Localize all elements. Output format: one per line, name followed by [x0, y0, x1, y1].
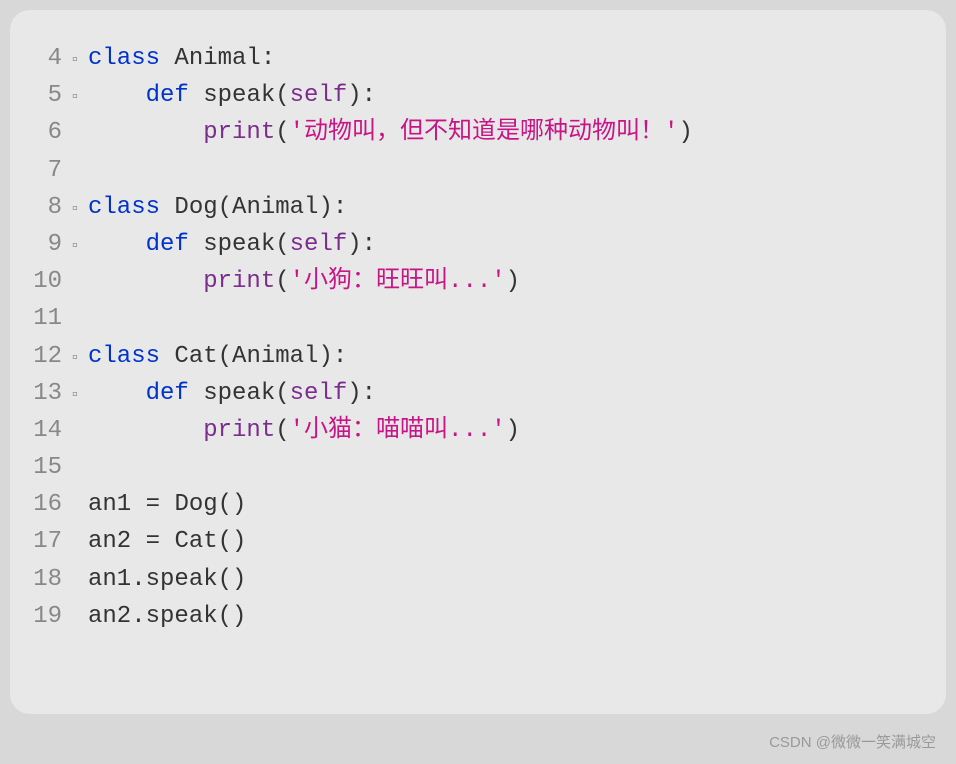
- line-number: 10: [20, 263, 70, 300]
- code-line[interactable]: 11: [20, 300, 926, 337]
- call-expr: Dog(): [174, 491, 246, 518]
- line-number: 18: [20, 561, 70, 598]
- line-number: 19: [20, 598, 70, 635]
- string-literal: '动物叫，但不知道是哪种动物叫！': [290, 119, 679, 146]
- code-line[interactable]: 12 ▫ class Cat(Animal):: [20, 338, 926, 375]
- code-line[interactable]: 15: [20, 449, 926, 486]
- code-content[interactable]: [88, 152, 102, 189]
- keyword-def: def: [146, 82, 189, 109]
- code-line[interactable]: 17 an2 = Cat(): [20, 523, 926, 560]
- keyword-class: class: [88, 343, 160, 370]
- line-number: 11: [20, 300, 70, 337]
- keyword-class: class: [88, 194, 160, 221]
- line-number: 9: [20, 226, 70, 263]
- code-content[interactable]: an2 = Cat(): [88, 523, 246, 560]
- watermark-text: CSDN @微微一笑满城空: [769, 731, 936, 752]
- code-line[interactable]: 14 print('小猫：喵喵叫...'): [20, 412, 926, 449]
- line-number: 15: [20, 449, 70, 486]
- line-number: 4: [20, 40, 70, 77]
- code-content[interactable]: print('动物叫，但不知道是哪种动物叫！'): [88, 114, 693, 151]
- line-number: 8: [20, 189, 70, 226]
- line-number: 6: [20, 114, 70, 151]
- method-call: an1.speak(): [88, 566, 246, 593]
- string-literal: '小猫：喵喵叫...': [290, 417, 506, 444]
- code-line[interactable]: 5 ▫ def speak(self):: [20, 77, 926, 114]
- variable: an1: [88, 491, 131, 518]
- code-content[interactable]: class Cat(Animal):: [88, 338, 347, 375]
- code-content[interactable]: an1.speak(): [88, 561, 246, 598]
- line-number: 14: [20, 412, 70, 449]
- fold-icon[interactable]: ▫: [70, 346, 88, 371]
- base-class: Animal: [232, 343, 318, 370]
- method-call: an2.speak(): [88, 603, 246, 630]
- keyword-def: def: [146, 231, 189, 258]
- code-content[interactable]: an2.speak(): [88, 598, 246, 635]
- base-class: Animal: [232, 194, 318, 221]
- code-editor: 4 ▫ class Animal: 5 ▫ def speak(self): 6…: [10, 10, 946, 714]
- line-number: 7: [20, 152, 70, 189]
- class-name: Animal: [174, 45, 260, 72]
- line-number: 13: [20, 375, 70, 412]
- code-line[interactable]: 9 ▫ def speak(self):: [20, 226, 926, 263]
- class-name: Dog: [174, 194, 217, 221]
- line-number: 17: [20, 523, 70, 560]
- code-content[interactable]: def speak(self):: [88, 226, 376, 263]
- code-content[interactable]: class Dog(Animal):: [88, 189, 347, 226]
- code-content[interactable]: print('小猫：喵喵叫...'): [88, 412, 520, 449]
- code-content[interactable]: def speak(self):: [88, 77, 376, 114]
- line-number: 12: [20, 338, 70, 375]
- call-expr: Cat(): [174, 528, 246, 555]
- builtin-print: print: [203, 417, 275, 444]
- code-line[interactable]: 10 print('小狗：旺旺叫...'): [20, 263, 926, 300]
- code-content[interactable]: def speak(self):: [88, 375, 376, 412]
- keyword-def: def: [146, 380, 189, 407]
- param-self: self: [290, 231, 348, 258]
- line-number: 5: [20, 77, 70, 114]
- colon: :: [261, 45, 275, 72]
- code-line[interactable]: 18 an1.speak(): [20, 561, 926, 598]
- code-line[interactable]: 19 an2.speak(): [20, 598, 926, 635]
- code-content[interactable]: an1 = Dog(): [88, 486, 246, 523]
- builtin-print: print: [203, 268, 275, 295]
- code-line[interactable]: 8 ▫ class Dog(Animal):: [20, 189, 926, 226]
- fold-icon[interactable]: ▫: [70, 85, 88, 110]
- code-content[interactable]: print('小狗：旺旺叫...'): [88, 263, 520, 300]
- fold-icon[interactable]: ▫: [70, 234, 88, 259]
- fold-icon[interactable]: ▫: [70, 383, 88, 408]
- function-name: speak: [203, 380, 275, 407]
- code-content[interactable]: [88, 449, 102, 486]
- param-self: self: [290, 82, 348, 109]
- builtin-print: print: [203, 119, 275, 146]
- code-line[interactable]: 7: [20, 152, 926, 189]
- fold-icon[interactable]: ▫: [70, 48, 88, 73]
- code-content[interactable]: [88, 300, 102, 337]
- string-literal: '小狗：旺旺叫...': [290, 268, 506, 295]
- function-name: speak: [203, 231, 275, 258]
- variable: an2: [88, 528, 131, 555]
- code-content[interactable]: class Animal:: [88, 40, 275, 77]
- fold-icon[interactable]: ▫: [70, 197, 88, 222]
- code-line[interactable]: 13 ▫ def speak(self):: [20, 375, 926, 412]
- keyword-class: class: [88, 45, 160, 72]
- code-line[interactable]: 16 an1 = Dog(): [20, 486, 926, 523]
- code-line[interactable]: 4 ▫ class Animal:: [20, 40, 926, 77]
- code-line[interactable]: 6 print('动物叫，但不知道是哪种动物叫！'): [20, 114, 926, 151]
- class-name: Cat: [174, 343, 217, 370]
- param-self: self: [290, 380, 348, 407]
- function-name: speak: [203, 82, 275, 109]
- line-number: 16: [20, 486, 70, 523]
